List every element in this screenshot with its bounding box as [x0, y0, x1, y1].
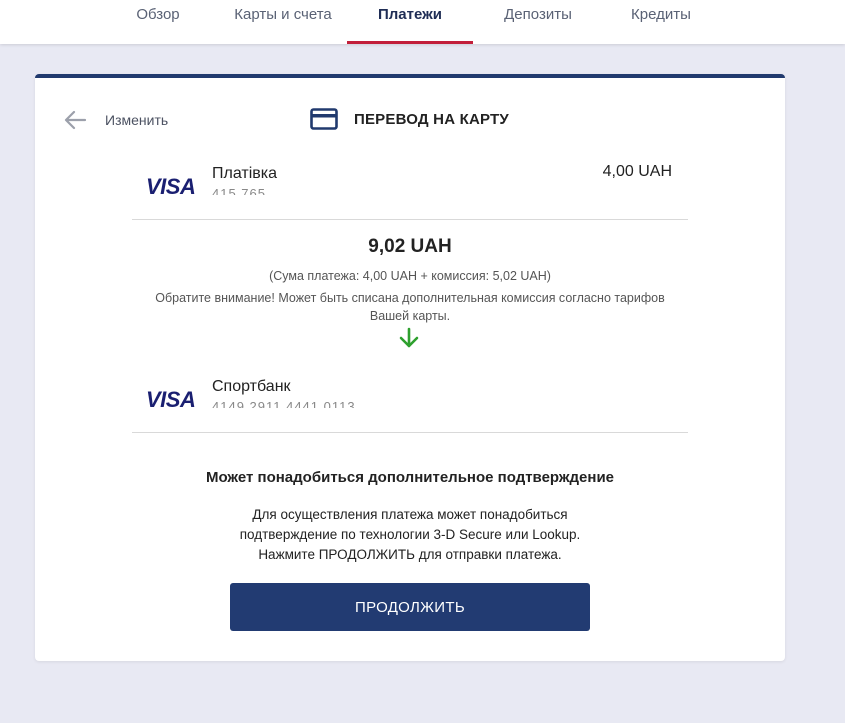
commission-notice: Обратите внимание! Может быть списана до…	[155, 291, 665, 323]
fee-breakdown: (Сума платежа: 4,00 UAH + комиссия: 5,02…	[269, 269, 551, 283]
continue-button[interactable]: ПРОДОЛЖИТЬ	[230, 583, 590, 631]
arrow-down-icon	[399, 327, 419, 348]
transfer-card: Изменить ПЕРЕВОД НА КАРТУ VISA Платівка …	[35, 74, 785, 661]
credit-card-icon	[310, 108, 338, 130]
destination-account-name: Спортбанк	[212, 378, 291, 395]
source-amount: 4,00 UAH	[602, 163, 672, 180]
destination-account-number: 4149 2911 4441 0113	[212, 400, 356, 408]
visa-logo: VISA	[146, 174, 196, 199]
confirmation-line: Нажмите ПРОДОЛЖИТЬ для отправки платежа.	[258, 547, 562, 562]
confirmation-title: Может понадобиться дополнительное подтве…	[205, 469, 615, 486]
back-label: Изменить	[105, 112, 169, 128]
source-account-number: 415 765	[212, 187, 266, 195]
tab-overview[interactable]: Обзор	[118, 0, 198, 44]
back-button[interactable]: Изменить	[63, 110, 168, 130]
tab-payments[interactable]: Платежи	[347, 0, 473, 44]
destination-account: VISA Спортбанк 4149 2911 4441 0113	[132, 373, 688, 433]
page-header: ПЕРЕВОД НА КАРТУ	[310, 108, 509, 130]
tab-credits[interactable]: Кредиты	[616, 0, 706, 44]
confirmation-line: подтверждение по технологии 3-D Secure и…	[239, 527, 581, 542]
top-navigation: Обзор Карты и счета Платежи Депозиты Кре…	[0, 0, 845, 44]
visa-logo: VISA	[146, 387, 196, 412]
page-title: ПЕРЕВОД НА КАРТУ	[354, 110, 509, 128]
confirmation-text: Для осуществления платежа может понадоби…	[35, 505, 785, 565]
total-amount: 9,02 UAH	[368, 236, 452, 257]
source-account: VISA Платівка 415 765 4,00 UAH	[132, 160, 688, 220]
confirmation-line: Для осуществления платежа может понадоби…	[252, 507, 568, 522]
source-account-name: Платівка	[212, 165, 278, 182]
arrow-left-icon	[64, 110, 87, 130]
tab-cards-and-accounts[interactable]: Карты и счета	[222, 0, 344, 44]
tab-deposits[interactable]: Депозиты	[488, 0, 588, 44]
